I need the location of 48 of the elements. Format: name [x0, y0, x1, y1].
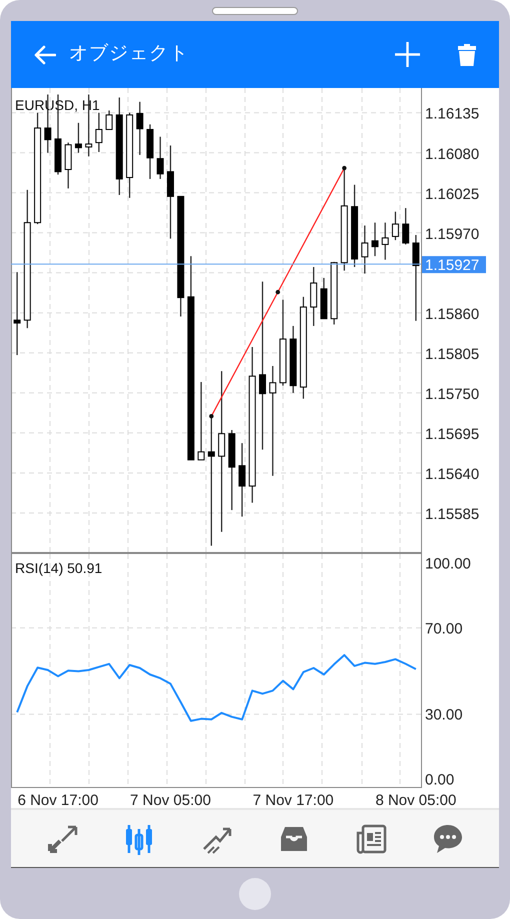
trendline-handle[interactable]: [342, 166, 346, 170]
price-axis-label: 1.15695: [425, 426, 480, 443]
candlestick: [310, 267, 318, 326]
price-axis-label: 1.15860: [425, 306, 480, 323]
candlestick: [74, 122, 82, 153]
time-axis-label: 6 Nov 17:00: [18, 792, 98, 808]
price-axis-label: 1.15750: [425, 386, 480, 403]
trendline-handle[interactable]: [209, 414, 214, 418]
screen-title: オブジェクト: [69, 42, 189, 66]
time-axis-label: 7 Nov 05:00: [130, 792, 211, 808]
price-axis-label: 1.16080: [425, 146, 480, 163]
candlestick: [290, 326, 297, 393]
trendline[interactable]: [210, 168, 345, 416]
candlestick: [136, 102, 144, 155]
trash-icon: [457, 42, 477, 66]
trendline-handle[interactable]: [276, 290, 280, 294]
candlestick: [382, 222, 389, 260]
candlestick: [64, 142, 72, 188]
indicator-label: RSI(14) 50.91: [15, 560, 102, 576]
candlestick: [106, 110, 113, 130]
axis-tick-label: 100.00: [425, 556, 471, 573]
candlestick: [361, 226, 368, 274]
candlestick: [402, 208, 410, 244]
candlestick: [320, 278, 328, 320]
newspaper-icon: [354, 822, 387, 854]
back-arrow-icon: [34, 44, 56, 64]
chat-bubble-icon: [432, 822, 464, 854]
price-axis-label: 1.15585: [425, 506, 480, 523]
price-axis-label: 1.15970: [425, 226, 480, 243]
price-axis-label: 1.16135: [425, 106, 480, 123]
price-axis-label: 1.16025: [425, 186, 480, 203]
price-axis-label: 1.15805: [425, 346, 480, 363]
time-axis-label: 8 Nov 05:00: [375, 792, 456, 808]
candlestick: [146, 124, 154, 179]
back-button[interactable]: [33, 42, 57, 66]
axis-tick-label: 0.00: [425, 772, 454, 788]
plus-icon: [394, 41, 420, 68]
candlestick: [156, 136, 164, 179]
time-axis-label: 7 Nov 17:00: [252, 792, 334, 808]
candlestick: [392, 212, 399, 240]
add-button[interactable]: [392, 40, 422, 70]
current-price-label: 1.15927: [422, 256, 486, 274]
candlestick: [95, 112, 102, 152]
axis-tick-label: 30.00: [425, 706, 463, 724]
candlestick: [330, 262, 338, 324]
price-axis-label: 1.15640: [425, 466, 480, 483]
candlestick: [371, 222, 378, 256]
axis-tick-label: 70.00: [425, 620, 463, 638]
